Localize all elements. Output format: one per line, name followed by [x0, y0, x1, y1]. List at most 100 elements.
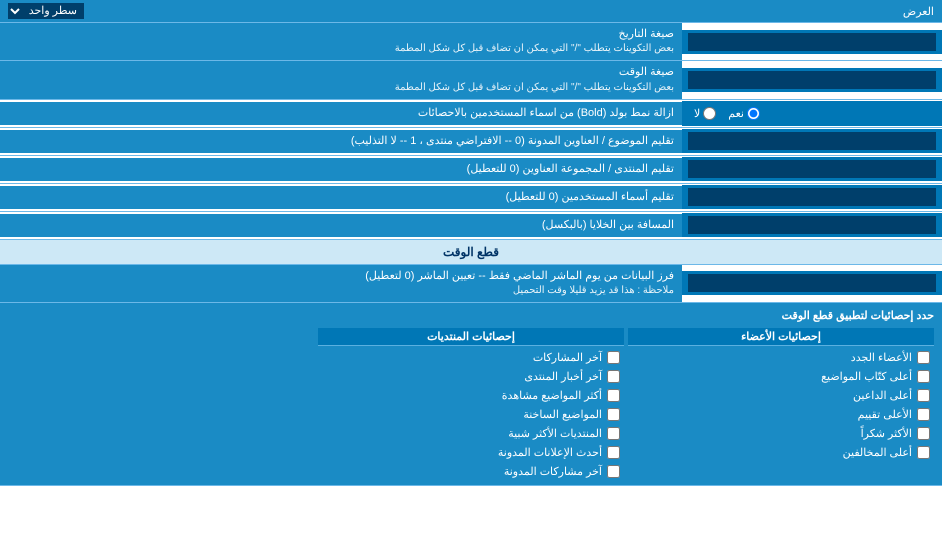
checkbox-top-rated[interactable] [917, 408, 930, 421]
topics-limit-label-text: تقليم الموضوع / العناوين المدونة (0 -- ا… [8, 134, 674, 149]
users-limit-input[interactable]: 0 [688, 188, 936, 206]
topics-limit-input-cell: 33 [682, 129, 942, 153]
topics-limit-label: تقليم الموضوع / العناوين المدونة (0 -- ا… [0, 130, 682, 153]
bold-radio-group: نعم لا [688, 104, 766, 123]
bold-radio-no-text: لا [694, 107, 700, 120]
time-format-input[interactable]: H:i [688, 71, 936, 89]
checkbox-latest-posts[interactable] [607, 351, 620, 364]
stats-col3-header-text: إحصائيات الأعضاء [741, 331, 821, 343]
users-limit-input-cell: 0 [682, 185, 942, 209]
date-format-label-line1: صيغة التاريخ [8, 27, 674, 42]
label-top-inviters: أعلى الداعين [853, 389, 912, 402]
cutoff-section-header: قطع الوقت [0, 240, 942, 265]
stats-col2-item-3: أكثر المواضيع مشاهدة [318, 388, 624, 403]
checkbox-latest-announcements[interactable] [607, 446, 620, 459]
label-top-writers: أعلى كتّاب المواضيع [821, 370, 912, 383]
forum-limit-input[interactable]: 33 [688, 160, 936, 178]
stats-col2-header-text: إحصائيات المنتديات [427, 331, 515, 343]
time-format-label-line1: صيغة الوقت [8, 65, 674, 80]
label-most-thanks: الأكثر شكراً [861, 427, 912, 440]
checkbox-most-viewed[interactable] [607, 389, 620, 402]
users-limit-row: 0 تقليم أسماء المستخدمين (0 للتعطيل) [0, 184, 942, 212]
forum-limit-input-cell: 33 [682, 157, 942, 181]
stats-col1 [8, 328, 314, 479]
forum-limit-label: تقليم المنتدى / المجموعة العناوين (0 للت… [0, 158, 682, 181]
forum-limit-label-text: تقليم المنتدى / المجموعة العناوين (0 للت… [8, 162, 674, 177]
stats-col2-item-4: المواضيع الساخنة [318, 407, 624, 422]
users-limit-label-text: تقليم أسماء المستخدمين (0 للتعطيل) [8, 190, 674, 205]
stats-col2-item-1: آخر المشاركات [318, 350, 624, 365]
time-format-label-line2: بعض التكوينات يتطلب "/" التي يمكن ان تضا… [8, 81, 674, 95]
checkbox-forum-news[interactable] [607, 370, 620, 383]
checkbox-top-writers[interactable] [917, 370, 930, 383]
bold-radio-no-label[interactable]: لا [694, 107, 716, 120]
stats-col2: إحصائيات المنتديات آخر المشاركات آخر أخب… [318, 328, 624, 479]
stats-col3-item-1: الأعضاء الجدد [628, 350, 934, 365]
bold-radio-no[interactable] [703, 107, 716, 120]
date-format-row: d-m صيغة التاريخ بعض التكوينات يتطلب "/"… [0, 23, 942, 61]
date-format-input[interactable]: d-m [688, 33, 936, 51]
bold-radio-yes[interactable] [747, 107, 760, 120]
time-format-input-cell: H:i [682, 68, 942, 92]
stats-grid: إحصائيات الأعضاء الأعضاء الجدد أعلى كتّا… [8, 328, 934, 479]
checkbox-hot-topics[interactable] [607, 408, 620, 421]
cells-spacing-row: 2 المسافة بين الخلايا (بالبكسل) [0, 212, 942, 240]
cutoff-label-line2: ملاحظة : هذا قد يزيد قليلا وقت التحميل [8, 284, 674, 298]
checkbox-top-inviters[interactable] [917, 389, 930, 402]
stats-col3-item-4: الأعلى تقييم [628, 407, 934, 422]
cutoff-section-title: قطع الوقت [443, 245, 499, 259]
label-most-similar: المنتديات الأكثر شبية [508, 427, 602, 440]
stats-col2-item-2: آخر أخبار المنتدى [318, 369, 624, 384]
label-hot-topics: المواضيع الساخنة [523, 408, 602, 421]
bold-remove-label-text: ازالة نمط بولد (Bold) من اسماء المستخدمي… [8, 106, 674, 121]
top-label: العرض [903, 5, 934, 18]
stats-header: حدد إحصائيات لتطبيق قطع الوقت [8, 309, 934, 322]
stats-section: حدد إحصائيات لتطبيق قطع الوقت إحصائيات ا… [0, 303, 942, 486]
cutoff-input-cell: 0 [682, 271, 942, 295]
stats-header-text: حدد إحصائيات لتطبيق قطع الوقت [782, 310, 934, 322]
checkbox-blog-posts[interactable] [607, 465, 620, 478]
cells-spacing-label: المسافة بين الخلايا (بالبكسل) [0, 214, 682, 237]
cutoff-label: فرز البيانات من يوم الماشر الماضي فقط --… [0, 265, 682, 302]
cells-spacing-input-cell: 2 [682, 213, 942, 237]
label-top-violations: أعلى المخالفين [843, 446, 912, 459]
stats-col2-item-7: آخر مشاركات المدونة [318, 464, 624, 479]
stats-col3-header: إحصائيات الأعضاء [628, 328, 934, 346]
label-latest-announcements: أحدث الإعلانات المدونة [498, 446, 602, 459]
users-limit-label: تقليم أسماء المستخدمين (0 للتعطيل) [0, 186, 682, 209]
stats-col2-item-5: المنتديات الأكثر شبية [318, 426, 624, 441]
checkbox-top-violations[interactable] [917, 446, 930, 459]
stats-col3-item-2: أعلى كتّاب المواضيع [628, 369, 934, 384]
stats-col3-item-5: الأكثر شكراً [628, 426, 934, 441]
label-top-rated: الأعلى تقييم [858, 408, 912, 421]
time-format-row: H:i صيغة الوقت بعض التكوينات يتطلب "/" ا… [0, 61, 942, 99]
label-forum-news: آخر أخبار المنتدى [524, 370, 602, 383]
checkbox-most-similar[interactable] [607, 427, 620, 440]
time-format-label: صيغة الوقت بعض التكوينات يتطلب "/" التي … [0, 61, 682, 98]
display-select[interactable]: سطر واحد سطران ثلاثة أسطر [8, 3, 84, 19]
bold-remove-row: نعم لا ازالة نمط بولد (Bold) من اسماء ال… [0, 100, 942, 128]
stats-col2-header: إحصائيات المنتديات [318, 328, 624, 346]
cutoff-input[interactable]: 0 [688, 274, 936, 292]
date-format-input-cell: d-m [682, 30, 942, 54]
forum-limit-row: 33 تقليم المنتدى / المجموعة العناوين (0 … [0, 156, 942, 184]
stats-col3-item-6: أعلى المخالفين [628, 445, 934, 460]
date-format-label: صيغة التاريخ بعض التكوينات يتطلب "/" الت… [0, 23, 682, 60]
checkbox-members-new[interactable] [917, 351, 930, 364]
stats-col2-item-6: أحدث الإعلانات المدونة [318, 445, 624, 460]
cells-spacing-input[interactable]: 2 [688, 216, 936, 234]
bold-radio-yes-label[interactable]: نعم [728, 107, 760, 120]
cutoff-label-line1: فرز البيانات من يوم الماشر الماضي فقط --… [8, 269, 674, 284]
checkbox-most-thanks[interactable] [917, 427, 930, 440]
stats-col3-item-3: أعلى الداعين [628, 388, 934, 403]
label-blog-posts: آخر مشاركات المدونة [504, 465, 602, 478]
label-most-viewed: أكثر المواضيع مشاهدة [502, 389, 602, 402]
cells-spacing-label-text: المسافة بين الخلايا (بالبكسل) [8, 218, 674, 233]
topics-limit-row: 33 تقليم الموضوع / العناوين المدونة (0 -… [0, 128, 942, 156]
label-latest-posts: آخر المشاركات [533, 351, 602, 364]
date-format-label-line2: بعض التكوينات يتطلب "/" التي يمكن ان تضا… [8, 42, 674, 56]
label-members-new: الأعضاء الجدد [851, 351, 912, 364]
bold-radio-yes-text: نعم [728, 107, 744, 120]
topics-limit-input[interactable]: 33 [688, 132, 936, 150]
cutoff-row: 0 فرز البيانات من يوم الماشر الماضي فقط … [0, 265, 942, 303]
